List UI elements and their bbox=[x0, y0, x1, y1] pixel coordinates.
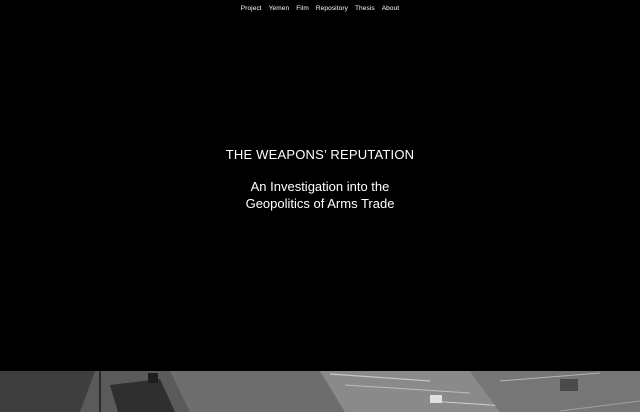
hero-section: THE WEAPONS’ REPUTATION An Investigation… bbox=[0, 146, 640, 212]
page: Project Yemen Film Repository Thesis Abo… bbox=[0, 0, 640, 412]
nav-link-about[interactable]: About bbox=[382, 5, 400, 13]
subtitle-line-2: Geopolitics of Arms Trade bbox=[245, 196, 395, 211]
nav-link-thesis[interactable]: Thesis bbox=[355, 5, 375, 13]
subtitle-line-1: An Investigation into the bbox=[250, 179, 390, 194]
page-subtitle: An Investigation into the Geopolitics of… bbox=[0, 178, 640, 212]
hero-photo-strip bbox=[0, 371, 640, 412]
nav-link-repository[interactable]: Repository bbox=[316, 5, 348, 13]
nav-link-yemen[interactable]: Yemen bbox=[269, 5, 290, 13]
top-navigation: Project Yemen Film Repository Thesis Abo… bbox=[0, 5, 640, 13]
nav-link-film[interactable]: Film bbox=[296, 5, 309, 13]
nav-link-project[interactable]: Project bbox=[241, 5, 262, 13]
aerial-photo-image bbox=[0, 371, 640, 412]
page-title: THE WEAPONS’ REPUTATION bbox=[225, 147, 415, 162]
